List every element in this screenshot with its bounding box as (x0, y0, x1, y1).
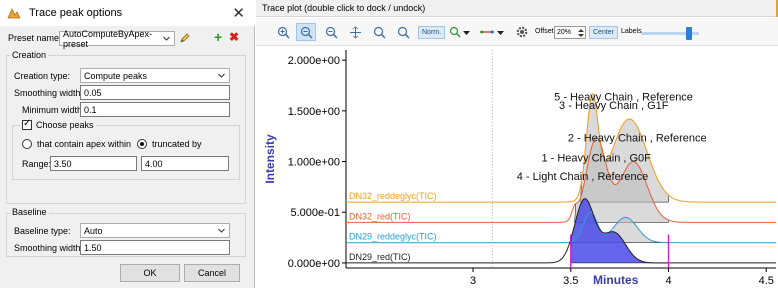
trace-plot-panel: Trace plot (double click to dock / undoc… (256, 0, 778, 288)
preset-row: Preset name: (8, 33, 62, 43)
peak-annotation: 2 - Heavy Chain , Reference (568, 132, 707, 144)
choose-peaks-label: Choose peaks (36, 120, 94, 130)
range-from-field[interactable]: 3.50 (50, 156, 137, 171)
radio-dot (140, 142, 144, 146)
spin-arrows-icon[interactable] (578, 28, 584, 38)
smoothing-width-value: 0.05 (84, 87, 102, 98)
dropdown-arrow-icon[interactable] (496, 23, 504, 41)
creation-type-value: Compute peaks (84, 70, 148, 81)
y-tick-label: 5.000e-01 (290, 207, 340, 219)
radio-truncated-label: truncated by (152, 139, 202, 149)
normalize-button[interactable]: Norm. (418, 26, 446, 39)
peak-annotation: 1 - Heavy Chain , G0F (541, 153, 651, 165)
delete-icon[interactable]: ✖ (229, 30, 239, 44)
choose-peaks-group (12, 125, 240, 180)
range-to-field[interactable]: 4.00 (141, 156, 229, 171)
dropdown-arrow-icon[interactable] (462, 23, 470, 41)
y-tick-label: 2.000e+00 (288, 55, 340, 67)
preset-value: AutoComputeByApex-preset (63, 28, 153, 49)
creation-type-label: Creation type: (14, 71, 71, 81)
x-tick-label: 3 (470, 275, 476, 287)
offset-value: 20% (557, 29, 572, 36)
pan-icon[interactable] (346, 23, 364, 41)
center-button[interactable]: Center (589, 26, 619, 39)
baseline-type-combo[interactable]: Auto (80, 223, 230, 238)
radio-apex-label: that contain apex within (37, 139, 132, 149)
smoothing-width-label: Smoothing width: (14, 88, 84, 98)
series-label: DN29_reddeglyc(TIC) (349, 232, 437, 242)
close-icon[interactable]: ✕ (232, 4, 245, 22)
zoom-out-icon[interactable] (322, 23, 340, 41)
trace-peak-options-dialog: Trace peak options ✕ Preset name: AutoCo… (0, 0, 255, 288)
zoom-y-icon[interactable] (394, 23, 412, 41)
peak-app-icon (7, 8, 21, 19)
zoom-in-icon[interactable] (274, 23, 292, 41)
minimum-width-label: Minimum width: (22, 105, 85, 115)
x-tick-label: 4.5 (759, 275, 774, 287)
peak-tool-icon[interactable] (448, 23, 462, 41)
radio-truncated[interactable] (137, 139, 147, 149)
labels-label: Labels (621, 28, 642, 35)
dialog-titlebar: Trace peak options ✕ (0, 0, 255, 26)
baseline-smoothing-value: 1.50 (84, 242, 102, 253)
check-icon: ✓ (23, 118, 32, 129)
edit-pencil-icon[interactable] (179, 32, 191, 44)
chevron-down-icon (218, 228, 225, 233)
cancel-button[interactable]: Cancel (184, 264, 240, 282)
choose-peaks-checkbox-row[interactable]: ✓ Choose peaks (20, 118, 96, 130)
x-tick-label: 3.5 (563, 275, 578, 287)
gear-icon[interactable] (514, 23, 530, 41)
y-tick-label: 1.000e+00 (288, 157, 340, 169)
minimum-width-field[interactable]: 0.1 (80, 102, 230, 117)
radio-apex[interactable] (22, 139, 32, 149)
y-axis-label: Intensity (263, 134, 277, 184)
baseline-smoothing-field[interactable]: 1.50 (80, 240, 230, 255)
dialog-title: Trace peak options (29, 7, 123, 19)
offset-label: Offset: (535, 28, 556, 35)
range-from-value: 3.50 (54, 158, 72, 169)
offset-spinbox[interactable]: 20% (554, 26, 586, 39)
zoom-box-icon[interactable] (296, 23, 316, 41)
creation-group-title: Creation (10, 50, 49, 60)
trace-plot-header[interactable]: Trace plot (double click to dock / undoc… (256, 0, 778, 17)
chevron-down-icon (163, 36, 170, 41)
labels-slider-thumb[interactable] (686, 27, 692, 40)
series-label: DN32_reddeglyc(TIC) (349, 191, 437, 201)
preset-label: Preset name: (8, 33, 62, 43)
x-tick-label: 4 (665, 275, 671, 287)
minimum-width-value: 0.1 (84, 104, 97, 115)
baseline-group-title: Baseline (10, 207, 49, 217)
trace-chart[interactable]: 0.000e+00 5.000e-01 1.000e+00 1.500e+00 2.00… (256, 47, 778, 288)
x-axis-label: Minutes (593, 273, 639, 287)
y-tick-label: 1.500e+00 (288, 106, 340, 118)
chevron-down-icon (218, 73, 225, 78)
creation-type-combo[interactable]: Compute peaks (80, 68, 230, 83)
series-label: DN32_red(TIC) (349, 211, 411, 221)
choose-peaks-checkbox[interactable]: ✓ (22, 118, 32, 130)
radio-truncated-row[interactable]: truncated by (137, 139, 202, 149)
smoothing-width-field[interactable]: 0.05 (80, 85, 230, 100)
baseline-tool-icon[interactable] (478, 23, 496, 41)
peak-annotation: 3 - Heavy Chain , G1F (559, 100, 669, 112)
zoom-x-icon[interactable] (370, 23, 388, 41)
peak-annotation: 4 - Light Chain , Reference (517, 171, 648, 183)
y-tick-label: 0.000e+00 (288, 258, 340, 270)
trace-plot-title: Trace plot (double click to dock / undoc… (262, 3, 426, 13)
add-icon[interactable]: + (214, 29, 222, 45)
preset-combo[interactable]: AutoComputeByApex-preset (59, 28, 175, 49)
range-label: Range: (22, 159, 52, 169)
ok-button[interactable]: OK (120, 264, 180, 282)
trace-toolbar: Norm. Offset: 20% Center Labels (256, 18, 778, 46)
range-to-value: 4.00 (145, 158, 163, 169)
radio-apex-row[interactable]: that contain apex within (22, 139, 131, 149)
baseline-type-label: Baseline type: (14, 226, 71, 236)
trace-plot-area[interactable]: 0.000e+00 5.000e-01 1.000e+00 1.500e+00 2.00… (256, 47, 778, 288)
series-label: DN29_red(TIC) (349, 252, 411, 262)
baseline-smoothing-label: Smoothing width: (14, 243, 84, 253)
baseline-type-value: Auto (84, 225, 103, 236)
